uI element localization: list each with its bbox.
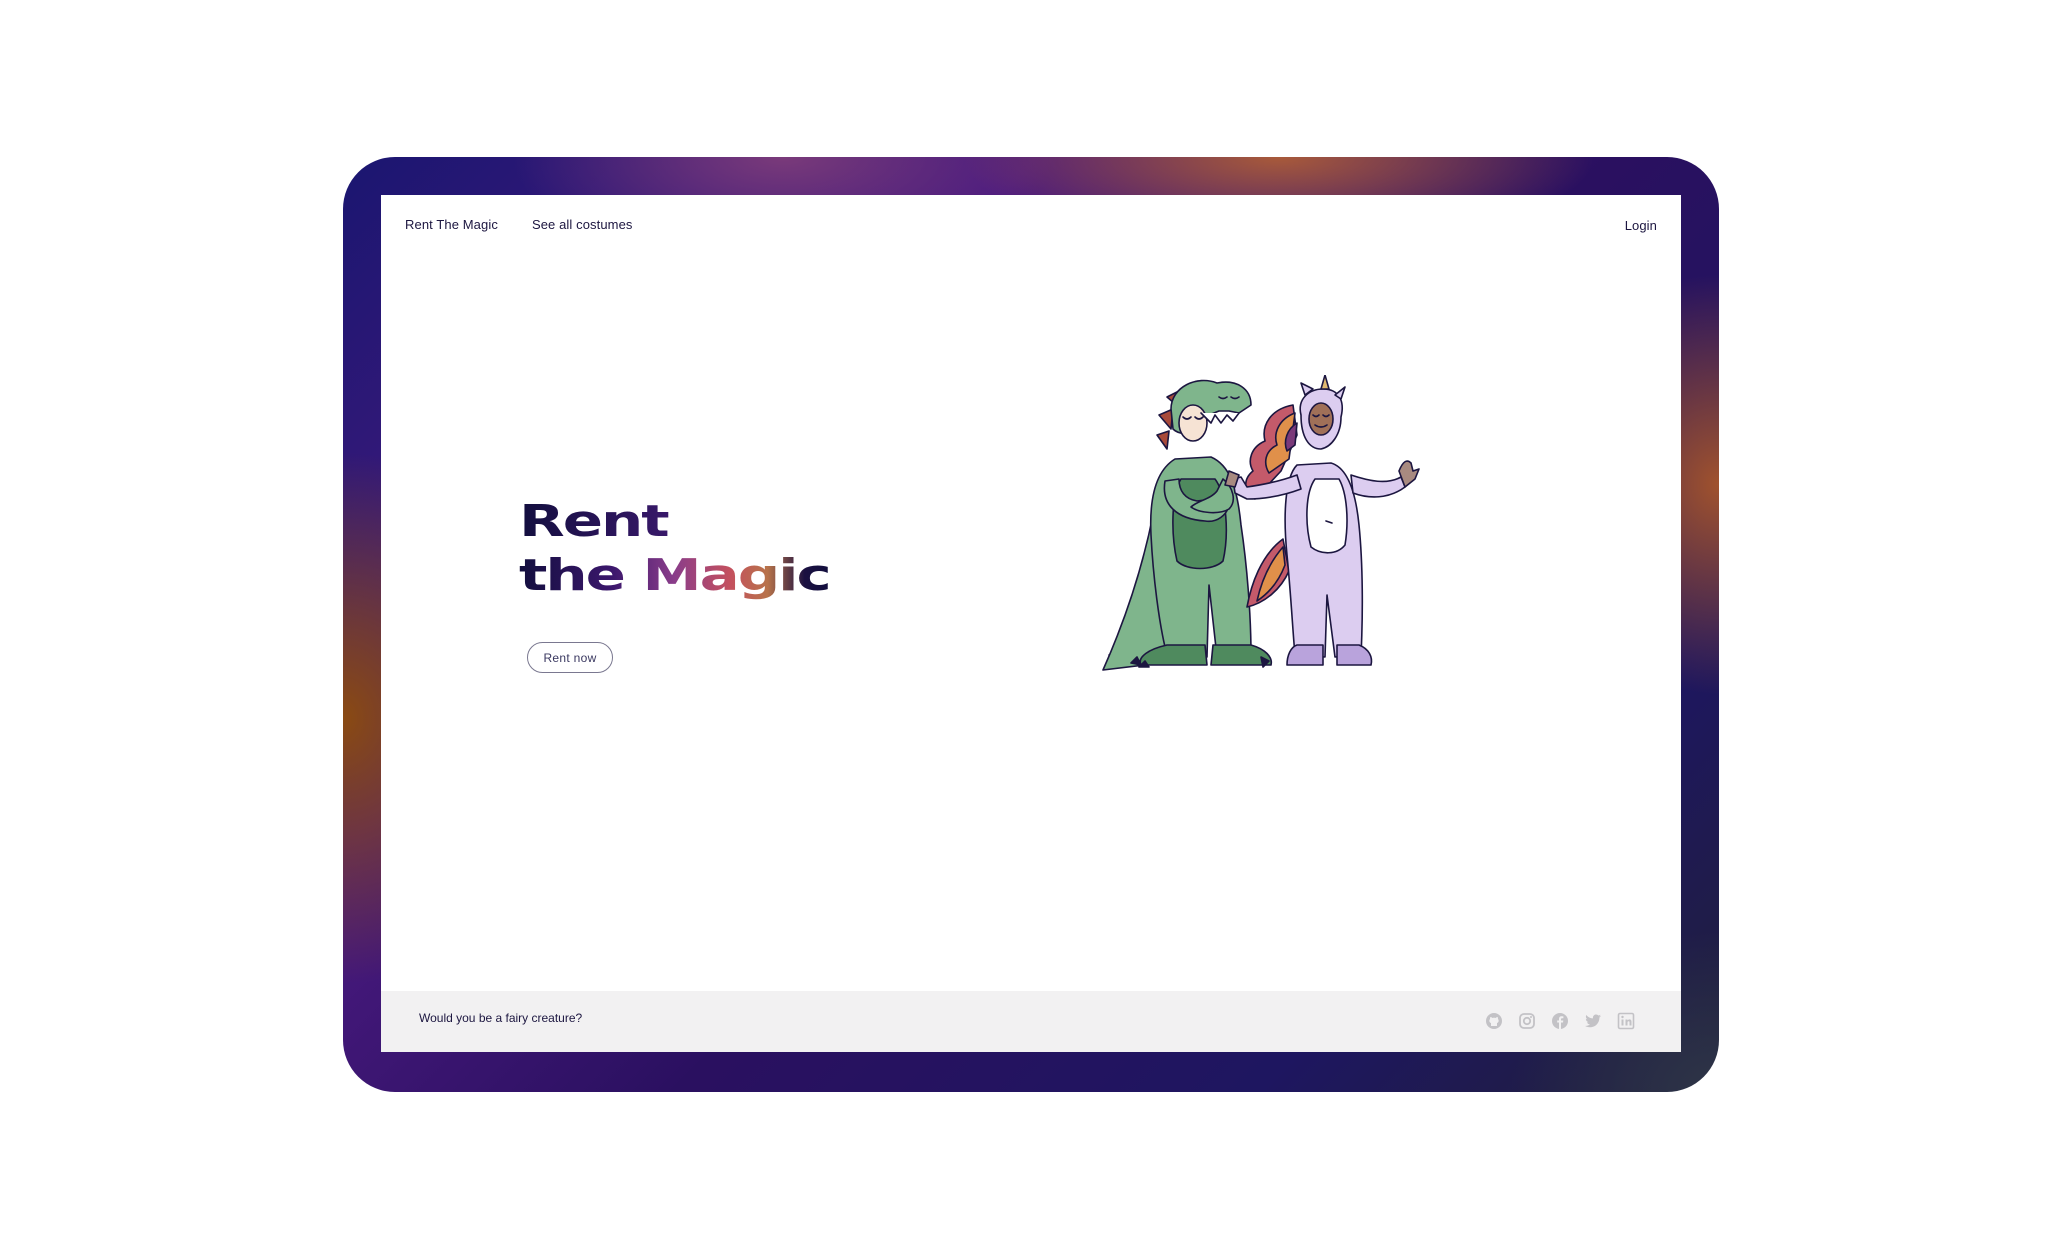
nav-right: Login	[1625, 217, 1657, 235]
facebook-icon[interactable]	[1551, 1012, 1569, 1030]
top-nav: Rent The Magic See all costumes	[405, 217, 633, 232]
footer: Would you be a fairy creature?	[381, 991, 1681, 1052]
twitter-icon[interactable]	[1584, 1012, 1602, 1030]
github-icon[interactable]	[1485, 1012, 1503, 1030]
login-link[interactable]: Login	[1625, 218, 1657, 233]
brand-link[interactable]: Rent The Magic	[405, 217, 498, 232]
rent-now-button[interactable]: Rent now	[527, 642, 613, 673]
linkedin-icon[interactable]	[1617, 1012, 1635, 1030]
costume-illustration	[1102, 375, 1420, 671]
social-links	[1485, 1012, 1635, 1030]
instagram-icon[interactable]	[1518, 1012, 1536, 1030]
hero-title: Rent the Magic	[519, 495, 832, 603]
browser-screen: Rent The Magic See all costumes Login Re…	[381, 195, 1681, 1052]
unicorn-costume-figure	[1224, 375, 1420, 666]
dinosaur-costume-figure	[1102, 379, 1273, 671]
footer-tagline: Would you be a fairy creature?	[419, 1011, 583, 1025]
see-all-costumes-link[interactable]: See all costumes	[532, 217, 633, 232]
hero-title-line-1: Rent	[519, 495, 830, 549]
hero-title-line-2: the Magic	[519, 550, 832, 601]
